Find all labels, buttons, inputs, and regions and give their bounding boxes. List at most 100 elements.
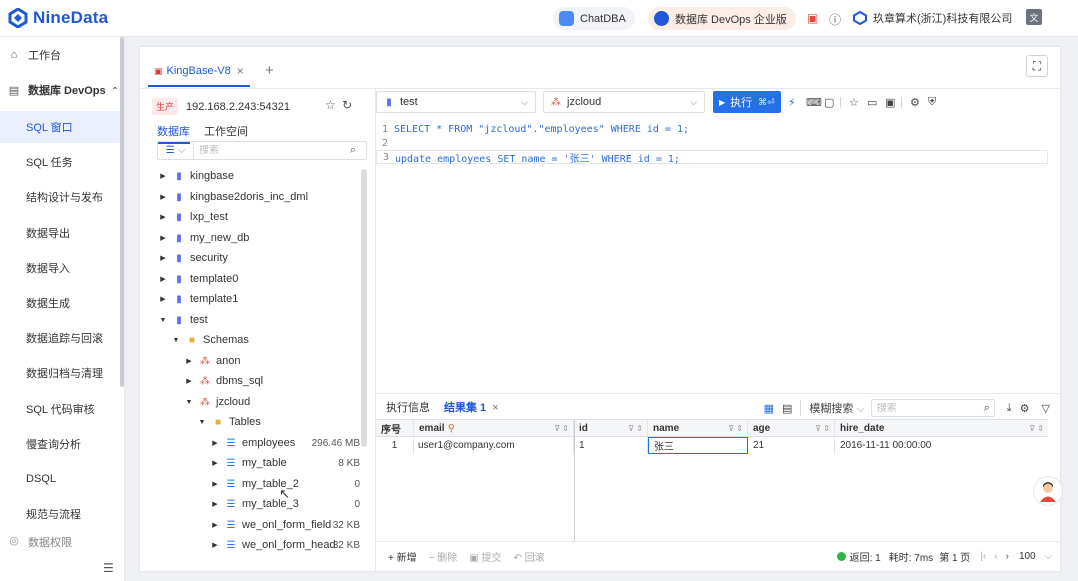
sidebar-item-devops[interactable]: ▤ 数据库 DevOps ⌃ [0,74,122,106]
prev-page-icon[interactable]: ‹ [994,551,997,562]
caret-right-icon[interactable]: ▶ [210,541,220,549]
caret-right-icon[interactable]: ▶ [158,275,168,283]
sort-filter-icon[interactable]: ⊽ ⇕ [554,424,569,433]
caret-right-icon[interactable]: ▶ [158,254,168,262]
cell-id[interactable]: 1 [574,437,648,454]
caret-down-icon[interactable]: ▼ [197,419,207,426]
format-icon[interactable]: ⌨ [806,96,822,109]
search-icon[interactable]: ⌕ [350,144,366,157]
favorite-icon[interactable]: ☆ [849,96,859,109]
preview-icon[interactable]: ▢ [824,96,834,109]
close-icon[interactable]: × [237,64,244,78]
caret-down-icon[interactable]: ▼ [184,399,194,406]
sidebar-item-standards[interactable]: 规范与流程 [0,498,122,530]
cell-hire-date[interactable]: 2016-11-11 00:00:00 [835,437,1048,454]
column-header[interactable]: name ⊽ ⇕ [648,420,748,437]
add-row-button[interactable]: + 新增 [388,549,417,564]
sidebar-item-data-export[interactable]: 数据导出 [0,217,122,249]
search-icon[interactable]: ⌕ [984,402,990,415]
fullscreen-button[interactable]: ⛶ [1026,55,1048,77]
sidebar-item-sql-window[interactable]: SQL 窗口 [0,111,122,143]
tree-node[interactable]: ▶ ▮ kingbase [158,166,234,186]
tree-node[interactable]: ▼ ▮ test [158,310,208,330]
sort-filter-icon[interactable]: ⊽ ⇕ [628,424,643,433]
sql-editor[interactable]: 1 SELECT * FROM "jzcloud"."employees" WH… [376,119,1060,385]
run-button[interactable]: ▶ 执行 ⌘⏎ [713,91,781,113]
close-icon[interactable]: × [492,402,498,414]
sort-filter-icon[interactable]: ⊽ ⇕ [728,424,743,433]
tree-scrollbar[interactable] [361,169,367,447]
tree-node-table[interactable]: ▶ ☰ my_table 8 KB [210,453,368,473]
notification-icon[interactable]: ▣ [807,11,818,25]
logo[interactable]: NineData [8,7,108,29]
tree-node[interactable]: ▶ ⁂ anon [184,351,240,371]
sidebar-item-sql-review[interactable]: SQL 代码审核 [0,393,122,425]
caret-right-icon[interactable]: ▶ [158,172,168,180]
search-mode-select[interactable]: 模糊搜索 ⌵ [800,400,865,416]
refresh-icon[interactable]: ↻ [342,98,352,112]
caret-right-icon[interactable]: ▶ [184,377,194,385]
cell-name-editing[interactable]: 张三 [648,437,748,454]
object-type-select[interactable]: ☰ ⌵ [158,142,194,159]
caret-right-icon[interactable]: ▶ [184,357,194,365]
translate-icon[interactable]: 文 [1026,9,1042,25]
sidebar-item-data-permission[interactable]: ◎ 数据权限 [0,534,122,548]
column-header[interactable]: id ⊽ ⇕ [574,420,648,437]
tree-node-table[interactable]: ▶ ☰ employees 296.46 MB [210,433,368,453]
sidebar-item-slow-query[interactable]: 慢查询分析 [0,428,122,460]
tree-node[interactable]: ▶ ▮ template0 [158,269,238,289]
page-size-select[interactable]: 100 ⌵ [1019,551,1052,562]
add-tab-icon[interactable]: + [265,62,274,79]
tree-node[interactable]: ▼ ■ Tables [197,412,261,432]
caret-down-icon[interactable]: ▼ [171,337,181,344]
caret-right-icon[interactable]: ▶ [158,234,168,242]
tree-node[interactable]: ▶ ▮ template1 [158,289,238,309]
sidebar-item-dsql[interactable]: DSQL [0,463,122,495]
caret-right-icon[interactable]: ▶ [210,480,220,488]
sidebar-item-data-archive[interactable]: 数据归档与清理 [0,357,122,389]
collapse-menu-icon[interactable]: ☰ [103,561,114,575]
sort-filter-icon[interactable]: ⊽ ⇕ [1029,424,1044,433]
filter-icon[interactable]: ▽ [1042,402,1050,415]
rollback-button[interactable]: ↶ 回滚 [513,549,544,564]
star-icon[interactable]: ☆ [325,98,336,112]
explain-icon[interactable]: ⚡ [788,96,796,109]
caret-right-icon[interactable]: ▶ [158,295,168,303]
assistant-avatar[interactable] [1033,476,1063,506]
caret-right-icon[interactable]: ▶ [210,439,220,447]
grid-view-icon[interactable]: ▦ [764,402,774,415]
file-tab-kingbase[interactable]: ▣ KingBase-V8 × [148,57,250,87]
table-row[interactable]: 1 user1@company.com 1 张三 21 2016-11-11 0… [376,437,1048,454]
database-select[interactable]: ▮ test ⌵ [376,91,536,113]
sidebar-item-workbench[interactable]: ⌂ 工作台 [0,39,122,71]
caret-right-icon[interactable]: ▶ [210,459,220,467]
schema-select[interactable]: ⁂ jzcloud ⌵ [543,91,705,113]
next-page-icon[interactable]: › [1006,551,1009,562]
tab-exec-info[interactable]: 执行信息 [386,399,430,421]
tree-node[interactable]: ▼ ■ Schemas [171,330,249,350]
sidebar-scrollbar[interactable] [120,37,124,387]
cell-age[interactable]: 21 [748,437,835,454]
settings-icon[interactable]: ⚙ [1020,402,1030,415]
column-header[interactable]: 序号 [376,420,414,437]
settings-icon[interactable]: ⚙ [910,96,920,109]
sidebar-item-data-generate[interactable]: 数据生成 [0,287,122,319]
tab-result-set[interactable]: 结果集 1 × [444,399,499,421]
sidebar-item-data-import[interactable]: 数据导入 [0,252,122,284]
folder-open-icon[interactable]: ▭ [867,96,877,109]
save-icon[interactable]: ▣ [885,96,895,109]
tree-node[interactable]: ▶ ▮ my_new_db [158,228,249,248]
tree-node[interactable]: ▶ ▮ kingbase2doris_inc_dml [158,187,308,207]
caret-down-icon[interactable]: ▼ [158,317,168,324]
tree-node[interactable]: ▶ ▮ security [158,248,228,268]
sidebar-item-data-trace[interactable]: 数据追踪与回滚 [0,322,122,354]
tree-node-table[interactable]: ▶ ☰ we_onl_form_head 32 KB [210,535,368,555]
tree-node[interactable]: ▼ ⁂ jzcloud [184,392,251,412]
export-icon[interactable]: ⤓ [1007,402,1012,415]
form-view-icon[interactable]: ▤ [782,402,792,415]
first-page-icon[interactable]: |‹ [980,551,986,562]
tree-node-table[interactable]: ▶ ☰ we_onl_form_field 32 KB [210,515,368,535]
cell-email[interactable]: user1@company.com [414,437,574,454]
caret-right-icon[interactable]: ▶ [158,213,168,221]
devops-edition-button[interactable]: 数据库 DevOps 企业版 [648,7,796,30]
